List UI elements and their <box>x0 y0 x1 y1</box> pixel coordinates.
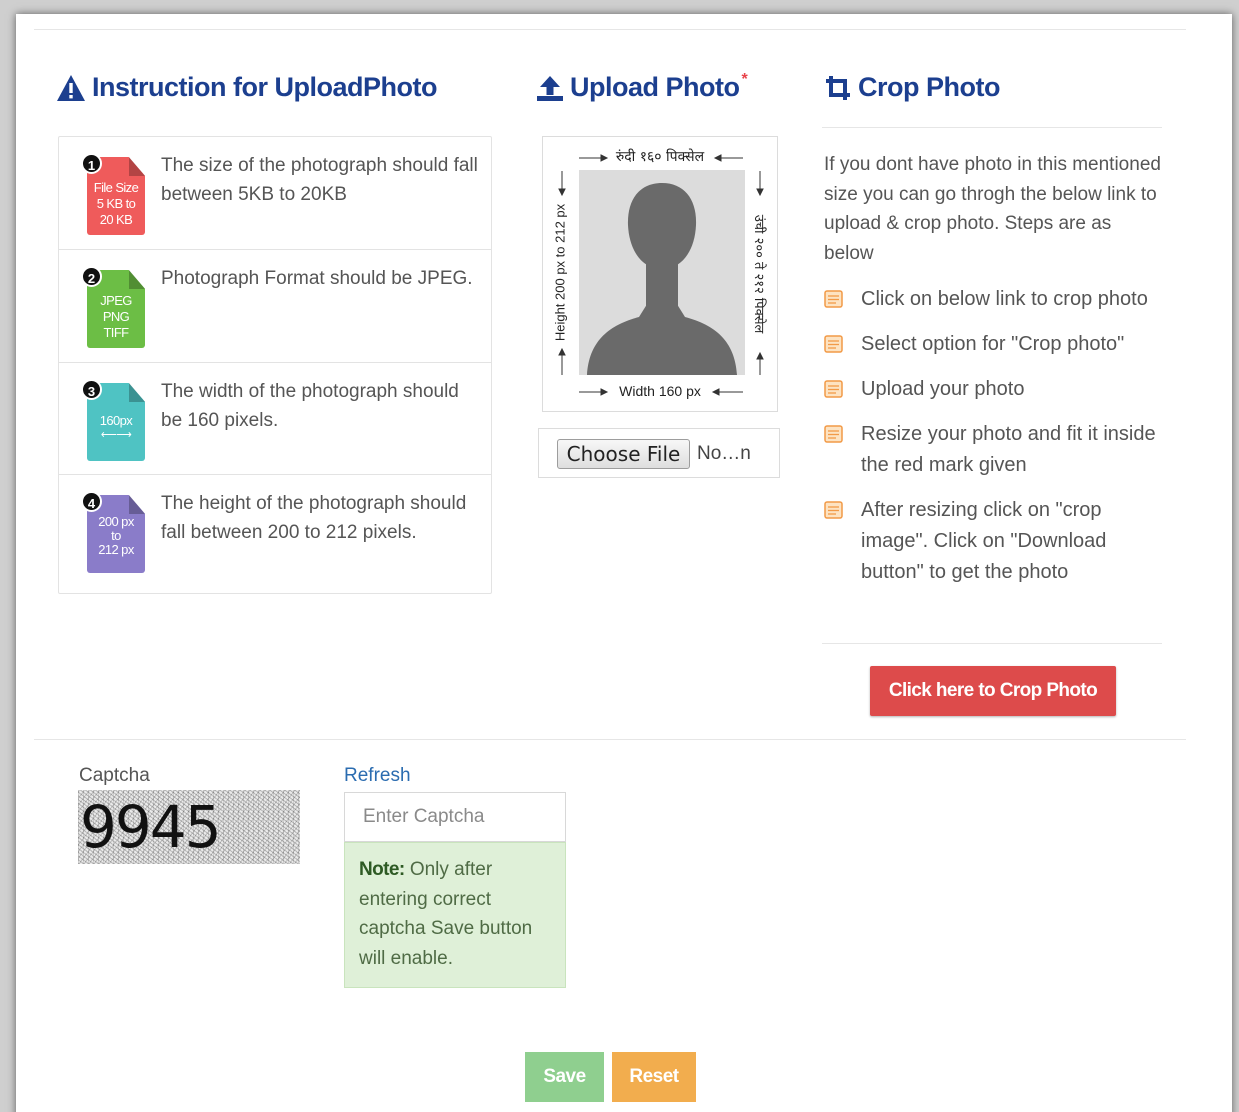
width-badge-icon: 160px ⟵⟶ 3 <box>81 379 145 461</box>
crop-icon <box>826 75 850 100</box>
instruction-text: The height of the photograph should fall… <box>161 493 467 543</box>
list-item: Upload your photo <box>824 374 1164 405</box>
file-status-text: No…n <box>697 443 751 464</box>
list-item: After resizing click on "crop image". Cl… <box>824 495 1164 588</box>
step-number: 3 <box>81 379 102 400</box>
instruction-text: Photograph Format should be JPEG. <box>161 268 473 289</box>
section-divider <box>34 739 1186 740</box>
captcha-label: Captcha <box>79 765 150 786</box>
list-icon <box>824 425 843 443</box>
top-divider <box>34 29 1186 30</box>
step-number: 4 <box>81 491 102 512</box>
file-size-badge-icon: File Size 5 KB to 20 KB 1 <box>81 153 145 235</box>
photo-guide-illustration <box>558 154 764 396</box>
list-icon <box>824 335 843 353</box>
height-label-left: Height 200 px to 212 px <box>552 203 568 342</box>
crop-divider-bottom <box>822 643 1162 644</box>
height-label-right: उंची २०० ते २१२ पिक्सेल <box>751 214 766 334</box>
instruction-list: File Size 5 KB to 20 KB 1 The size of th… <box>58 136 492 594</box>
instruction-item-height: 200 px to 212 px 4 The height of the pho… <box>59 475 491 593</box>
file-format-badge-icon: JPEG PNG TIFF 2 <box>81 266 145 348</box>
list-item: Resize your photo and fit it inside the … <box>824 419 1164 481</box>
upload-title: Upload Photo * <box>536 70 748 103</box>
instruction-title: Instruction for UploadPhoto <box>56 72 437 103</box>
upload-icon <box>537 75 563 101</box>
height-badge-icon: 200 px to 212 px 4 <box>81 491 145 573</box>
refresh-captcha-link[interactable]: Refresh <box>344 765 411 787</box>
captcha-code: 9945 <box>80 793 222 861</box>
instruction-item-format: JPEG PNG TIFF 2 Photograph Format should… <box>59 250 491 363</box>
step-number: 1 <box>81 153 102 174</box>
captcha-input[interactable] <box>344 792 566 842</box>
crop-title: Crop Photo <box>824 72 1000 103</box>
crop-intro-text: If you dont have photo in this mentioned… <box>824 154 1161 264</box>
file-upload-field: Choose File No…n <box>538 428 780 478</box>
instruction-text: The size of the photograph should fall b… <box>161 155 478 205</box>
instruction-item-width: 160px ⟵⟶ 3 The width of the photograph s… <box>59 363 491 475</box>
captcha-note: Note: Only after entering correct captch… <box>344 842 566 988</box>
captcha-image: 9945 <box>78 790 300 864</box>
width-label-bottom: Width 160 px <box>619 383 701 399</box>
save-button[interactable]: Save <box>525 1052 604 1102</box>
crop-steps-list: Click on below link to crop photo Select… <box>824 284 1164 602</box>
reset-button[interactable]: Reset <box>612 1052 696 1102</box>
list-icon <box>824 380 843 398</box>
list-icon <box>824 290 843 308</box>
warning-icon <box>57 74 85 101</box>
photo-guide: रुंदी १६० पिक्सेल Width 160 px Height 20… <box>542 136 778 412</box>
required-asterisk: * <box>741 70 748 88</box>
page-frame: Instruction for UploadPhoto File Size 5 … <box>16 14 1232 1112</box>
step-number: 2 <box>81 266 102 287</box>
note-label: Note: <box>359 859 405 880</box>
crop-divider-top <box>822 127 1162 128</box>
instruction-item-size: File Size 5 KB to 20 KB 1 The size of th… <box>59 137 491 250</box>
width-label-top: रुंदी १६० पिक्सेल <box>615 149 705 165</box>
list-item: Click on below link to crop photo <box>824 284 1164 315</box>
choose-file-button[interactable]: Choose File <box>557 439 690 469</box>
instruction-text: The width of the photograph should be 16… <box>161 381 459 431</box>
list-item: Select option for "Crop photo" <box>824 329 1164 360</box>
list-icon <box>824 501 843 519</box>
crop-photo-button[interactable]: Click here to Crop Photo <box>870 666 1116 716</box>
